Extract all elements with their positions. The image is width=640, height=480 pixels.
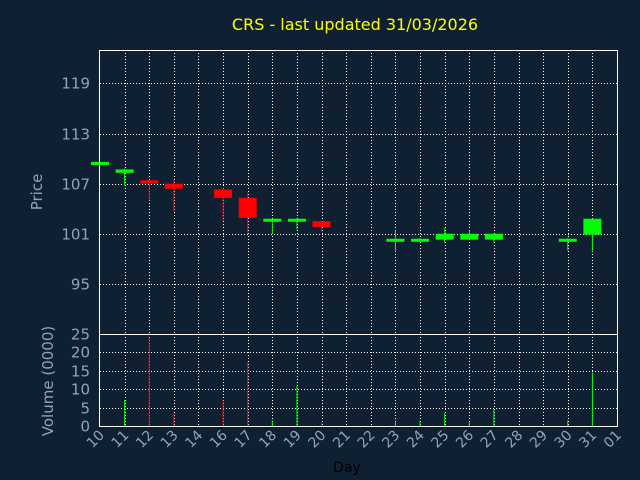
candle-body xyxy=(484,233,503,240)
volume-y-ticks: 0510152025 xyxy=(71,326,90,436)
volume-panel: 0510152025 Volume (0000) xyxy=(39,326,618,436)
candle-body xyxy=(386,238,405,242)
candle-body xyxy=(312,221,331,228)
volume-y-tick-label: 10 xyxy=(71,381,90,399)
x-tick-label: 21 xyxy=(330,428,354,452)
candle-body xyxy=(411,238,430,242)
price-y-tick-label: 113 xyxy=(61,126,90,144)
x-tick-label: 17 xyxy=(232,428,256,452)
x-tick-label: 19 xyxy=(281,428,305,452)
price-y-tick-label: 101 xyxy=(61,226,90,244)
volume-bars xyxy=(124,337,593,426)
price-y-ticks: 95 101 107 113 119 xyxy=(61,75,90,294)
candle-body xyxy=(460,233,479,240)
volume-y-tick-label: 20 xyxy=(71,344,90,362)
x-tick-labels: 10 11 12 13 14 16 17 18 19 20 21 22 23 24 25 26 27 28 29 30… xyxy=(84,427,625,451)
candle-body xyxy=(263,218,282,222)
price-y-tick-label: 107 xyxy=(61,176,90,194)
x-tick-label: 31 xyxy=(576,428,600,452)
chart-title: CRS - last updated 31/03/2026 xyxy=(232,15,478,34)
price-frame xyxy=(99,50,618,335)
candle-body xyxy=(583,218,602,235)
candle-body xyxy=(435,233,454,240)
candle-body xyxy=(238,197,257,218)
candle-body xyxy=(287,218,306,222)
price-panel: 95 101 107 113 119 Price xyxy=(28,50,618,335)
price-y-tick-label: 95 xyxy=(71,276,90,294)
x-tick-label: 20 xyxy=(305,428,329,452)
x-tick-label: 11 xyxy=(109,428,133,452)
volume-grid xyxy=(100,334,617,426)
x-tick-label: 16 xyxy=(207,427,231,451)
volume-y-tick-label: 5 xyxy=(80,400,90,418)
candle-body xyxy=(140,180,159,184)
x-tick-label: 14 xyxy=(182,427,206,451)
x-tick-label: 24 xyxy=(404,427,428,451)
x-tick-label: 23 xyxy=(379,428,403,452)
x-tick-label: 18 xyxy=(256,428,280,452)
x-tick-label: 28 xyxy=(502,428,526,452)
x-tick-label: 01 xyxy=(601,428,625,452)
x-tick-label: 13 xyxy=(158,428,182,452)
x-tick-label: 27 xyxy=(478,428,502,452)
price-y-tick-label: 119 xyxy=(61,75,90,93)
x-tick-label: 22 xyxy=(355,428,379,452)
x-axis-label: Day xyxy=(333,460,361,476)
price-grid xyxy=(100,50,617,334)
x-tick-label: 25 xyxy=(429,428,453,452)
candle-body xyxy=(214,189,233,198)
candle-body xyxy=(164,183,183,189)
volume-axis-label: Volume (0000) xyxy=(39,326,57,436)
volume-frame xyxy=(99,334,618,427)
x-tick-label: 29 xyxy=(527,428,551,452)
stock-chart: CRS - last updated 31/03/2026 95 101 107 11… xyxy=(28,15,625,476)
x-tick-label: 30 xyxy=(552,428,576,452)
x-tick-label: 12 xyxy=(133,428,157,452)
price-candles xyxy=(91,161,602,253)
volume-y-tick-label: 0 xyxy=(80,418,90,436)
volume-y-tick-label: 15 xyxy=(71,363,90,381)
candle-body xyxy=(558,238,577,242)
volume-y-tick-label: 25 xyxy=(71,326,90,344)
candle-body xyxy=(115,169,134,173)
x-tick-label: 26 xyxy=(453,427,477,451)
price-axis-label: Price xyxy=(28,174,46,211)
